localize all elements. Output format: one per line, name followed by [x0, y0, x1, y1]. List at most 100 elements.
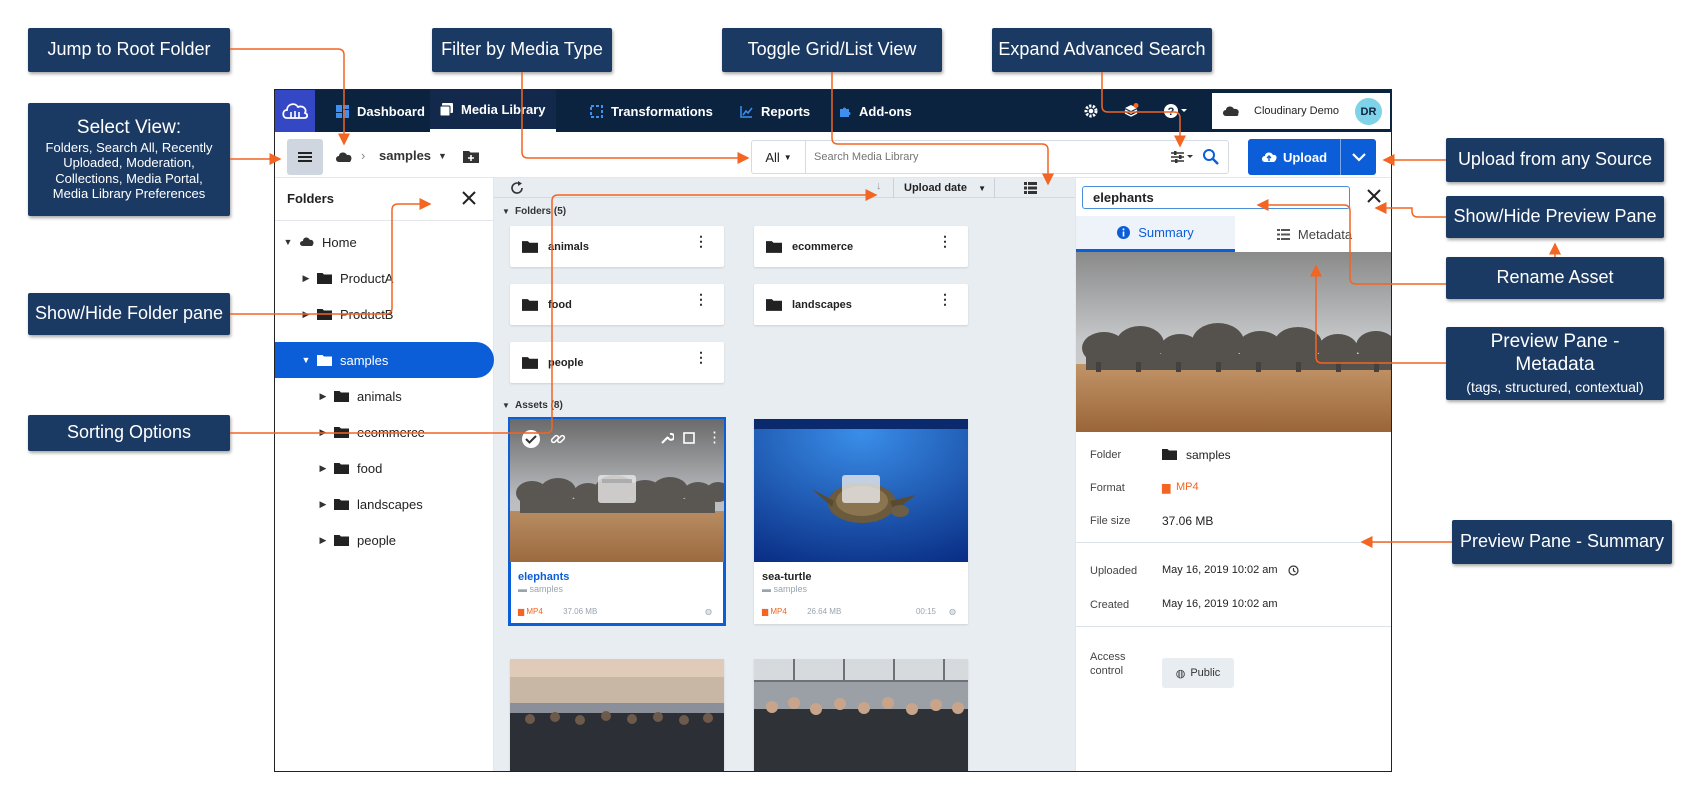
- help-icon[interactable]: ?: [1163, 103, 1189, 119]
- settings-gear-icon[interactable]: [1083, 103, 1099, 119]
- nav-addons[interactable]: Add-ons: [838, 90, 912, 132]
- callout-rename-asset-text: Rename Asset: [1496, 267, 1614, 288]
- svg-text:?: ?: [1168, 106, 1175, 118]
- refresh-icon[interactable]: [510, 181, 524, 195]
- kebab-menu-icon[interactable]: ⋮: [694, 234, 708, 248]
- nav-media-library-label: Media Library: [461, 102, 546, 117]
- tree-item-food[interactable]: ▶ food: [318, 451, 383, 485]
- format-value: MP4: [1176, 481, 1199, 493]
- tree-item-samples[interactable]: ▼ samples: [301, 343, 389, 377]
- tree-item-productb[interactable]: ▶ ProductB: [301, 297, 394, 331]
- folder-card-landscapes[interactable]: landscapes ⋮: [754, 284, 968, 325]
- asset-card-office-photo[interactable]: [754, 659, 968, 771]
- select-check-icon[interactable]: [521, 429, 541, 449]
- advanced-search-toggle-icon[interactable]: [1170, 150, 1194, 164]
- callout-preview-summary: Preview Pane - Summary: [1452, 520, 1672, 564]
- close-preview-pane-icon[interactable]: [1366, 188, 1382, 204]
- folder-icon: [766, 241, 782, 253]
- uploaded-label: Uploaded: [1090, 565, 1138, 577]
- breadcrumb-separator: ›: [361, 148, 366, 163]
- folder-card-food[interactable]: food ⋮: [510, 284, 724, 325]
- tree-item-label: landscapes: [357, 496, 423, 512]
- sort-direction-arrow-icon[interactable]: ↓: [876, 180, 882, 192]
- callout-toggle-view: Toggle Grid/List View: [722, 28, 942, 72]
- folder-card-label: landscapes: [792, 298, 852, 311]
- wrench-icon[interactable]: [660, 431, 674, 445]
- callout-select-view-body: Folders, Search All, Recently Uploaded, …: [45, 139, 213, 202]
- callout-upload-source-text: Upload from any Source: [1457, 149, 1653, 170]
- nav-dashboard[interactable]: Dashboard: [336, 90, 425, 132]
- asset-rename-field[interactable]: elephants: [1082, 186, 1350, 209]
- callout-preview-metadata-sub: (tags, structured, contextual): [1466, 378, 1644, 395]
- folder-card-animals[interactable]: animals ⋮: [510, 226, 724, 267]
- folder-card-label: people: [548, 356, 584, 369]
- upload-button-group: Upload: [1248, 139, 1376, 175]
- globe-icon: ◍: [705, 607, 712, 616]
- folders-section-caret-icon[interactable]: ▼: [502, 207, 510, 216]
- notifications-gift-icon[interactable]: [1123, 103, 1139, 119]
- cloudinary-logo-icon[interactable]: [275, 90, 315, 132]
- tab-metadata[interactable]: Metadata: [1235, 216, 1391, 252]
- access-public-badge[interactable]: ◍ Public: [1162, 658, 1234, 688]
- history-icon[interactable]: [1288, 565, 1299, 576]
- callout-rename-asset: Rename Asset: [1446, 257, 1664, 299]
- folder-card-ecommerce[interactable]: ecommerce ⋮: [754, 226, 968, 267]
- nav-reports[interactable]: Reports: [740, 90, 810, 132]
- asset-card-elephants[interactable]: ⋮ elephants ▬ samples ▆ MP4 37.06 MB ◍: [508, 417, 726, 626]
- select-view-menu-button[interactable]: [287, 139, 323, 175]
- kebab-menu-icon[interactable]: ⋮: [938, 234, 952, 248]
- nav-media-library[interactable]: Media Library: [430, 90, 556, 132]
- asset-folder: ▬ samples: [518, 584, 563, 594]
- nav-transformations[interactable]: Transformations: [590, 90, 713, 132]
- tree-item-animals[interactable]: ▶ animals: [318, 379, 402, 413]
- breadcrumb-current-folder[interactable]: samples: [379, 148, 431, 163]
- media-type-filter-label: All: [765, 149, 780, 165]
- asset-thumbnail-sea-turtle: [754, 419, 968, 562]
- globe-icon: ◍: [949, 607, 956, 616]
- callout-expand-search: Expand Advanced Search: [992, 28, 1212, 72]
- media-library-app: Dashboard Media Library Transformations …: [274, 89, 1392, 772]
- access-public-label: Public: [1190, 667, 1221, 679]
- tab-summary[interactable]: Summary: [1076, 216, 1235, 252]
- kebab-menu-icon[interactable]: ⋮: [938, 292, 952, 306]
- top-navigation: Dashboard Media Library Transformations …: [275, 90, 1391, 132]
- tree-item-people[interactable]: ▶ people: [318, 523, 397, 557]
- folder-value[interactable]: samples: [1186, 448, 1231, 462]
- folder-card-label: ecommerce: [792, 240, 854, 253]
- tree-item-producta[interactable]: ▶ ProductA: [301, 261, 394, 295]
- user-avatar[interactable]: DR: [1355, 98, 1382, 125]
- sort-options-dropdown[interactable]: Upload date ▼: [893, 178, 995, 198]
- link-icon[interactable]: [550, 431, 566, 447]
- crop-icon[interactable]: [682, 431, 696, 445]
- tree-item-home[interactable]: ▼ Home: [283, 225, 357, 259]
- upload-source-dropdown[interactable]: [1341, 139, 1376, 175]
- asset-card-sea-turtle[interactable]: sea-turtle ▬ samples ▆ MP4 26.64 MB 00:1…: [754, 419, 968, 624]
- asset-folder: ▬ samples: [762, 584, 807, 594]
- assets-section-caret-icon[interactable]: ▼: [502, 401, 510, 410]
- new-folder-icon[interactable]: [463, 149, 479, 163]
- callout-expand-search-text: Expand Advanced Search: [998, 39, 1206, 60]
- search-input[interactable]: [814, 148, 1114, 166]
- folder-options-caret-icon[interactable]: ▼: [438, 151, 447, 161]
- account-menu[interactable]: Cloudinary Demo DR: [1212, 93, 1390, 129]
- list-view-toggle-icon[interactable]: [1024, 182, 1037, 194]
- media-type-filter[interactable]: All ▼: [752, 141, 806, 173]
- divider: [1076, 542, 1391, 543]
- callout-filter-media: Filter by Media Type: [432, 28, 612, 72]
- kebab-menu-icon[interactable]: ⋮: [707, 428, 722, 446]
- kebab-menu-icon[interactable]: ⋮: [694, 292, 708, 306]
- search-icon[interactable]: [1202, 148, 1220, 166]
- kebab-menu-icon[interactable]: ⋮: [694, 350, 708, 364]
- dashboard-icon: [336, 104, 349, 118]
- folder-icon: [522, 299, 538, 311]
- close-folder-pane-icon[interactable]: [461, 190, 477, 206]
- format-label: Format: [1090, 482, 1125, 494]
- root-folder-cloud-icon[interactable]: [335, 151, 352, 163]
- chevron-down-icon: ▼: [783, 152, 792, 162]
- folder-card-people[interactable]: people ⋮: [510, 342, 724, 383]
- tree-item-landscapes[interactable]: ▶ landscapes: [318, 487, 423, 521]
- tree-item-ecommerce[interactable]: ▶ ecommerce: [318, 415, 425, 449]
- asset-card-group-photo[interactable]: [510, 659, 724, 771]
- upload-button[interactable]: Upload: [1248, 139, 1341, 175]
- sort-bar: ↓ Upload date ▼: [494, 178, 1075, 198]
